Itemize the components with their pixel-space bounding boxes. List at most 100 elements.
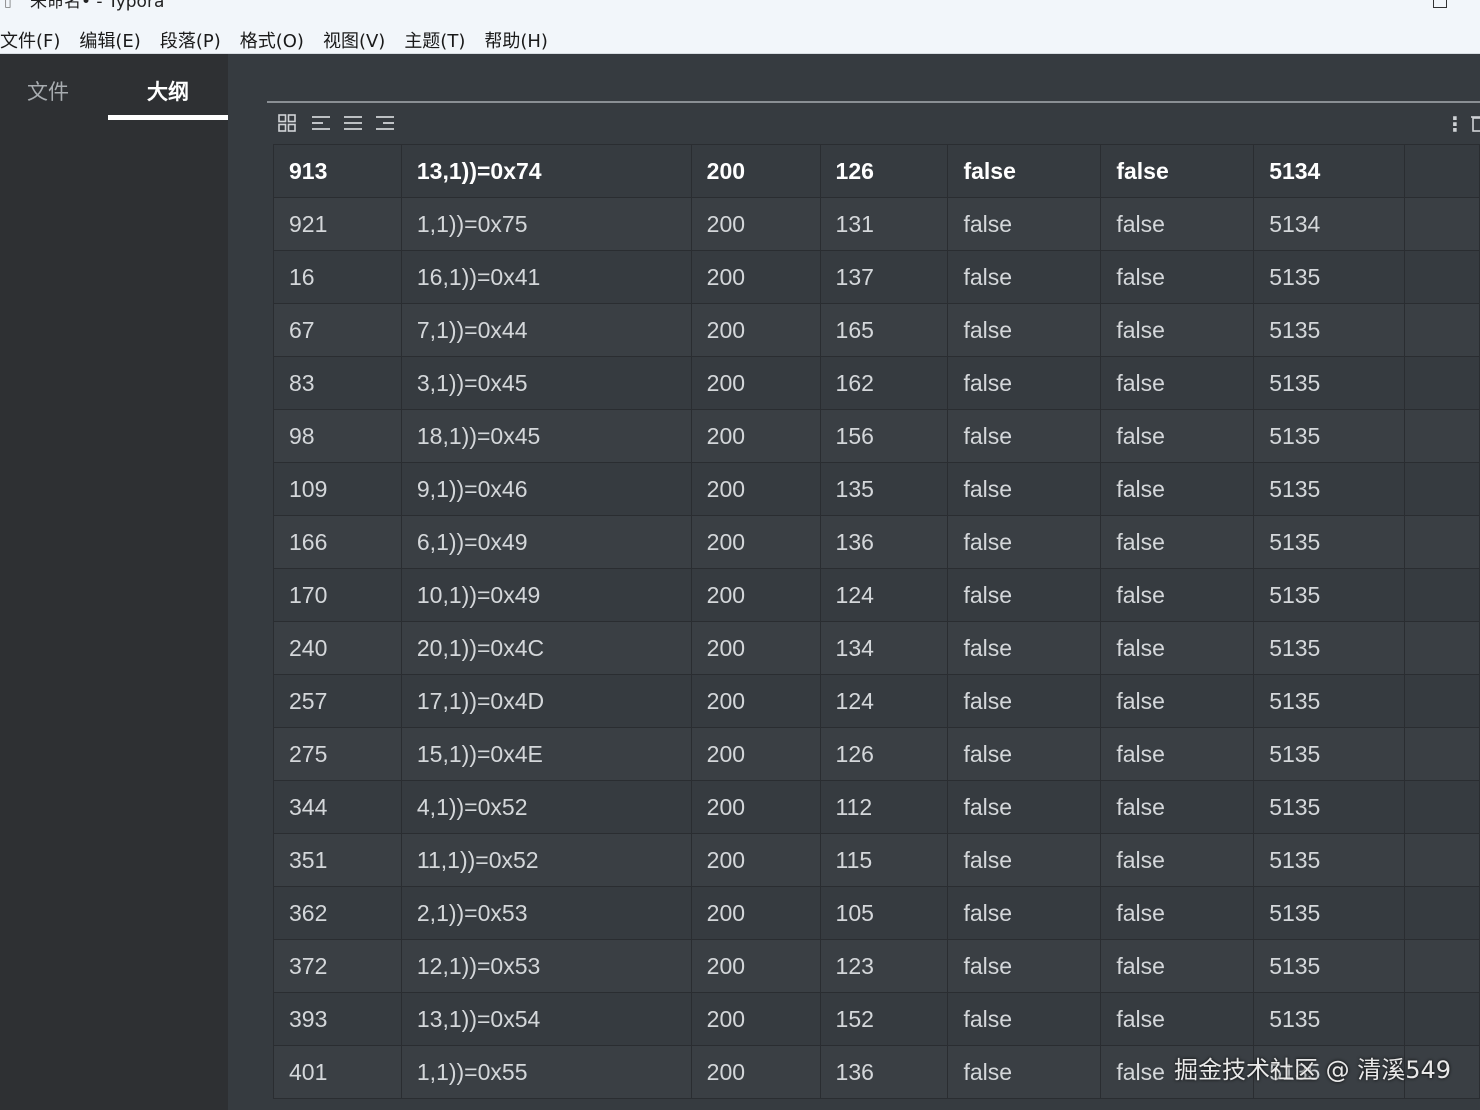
- table-cell[interactable]: 7,1))=0x44: [400, 303, 692, 357]
- table-cell[interactable]: 5135: [1253, 250, 1406, 304]
- table-cell[interactable]: false: [947, 674, 1102, 728]
- menu-file[interactable]: 文件(F): [0, 27, 60, 53]
- table-cell[interactable]: false: [1100, 939, 1255, 993]
- table-cell[interactable]: [1404, 197, 1480, 251]
- table-cell[interactable]: false: [947, 409, 1102, 463]
- table-cell[interactable]: 351: [273, 833, 402, 887]
- table-cell[interactable]: [1404, 462, 1480, 516]
- table-cell[interactable]: 137: [819, 250, 949, 304]
- table-cell[interactable]: false: [947, 568, 1102, 622]
- table-cell[interactable]: 126: [819, 727, 949, 781]
- table-cell[interactable]: 200: [690, 1045, 821, 1099]
- table-cell[interactable]: 200: [690, 727, 821, 781]
- table-cell[interactable]: false: [1100, 250, 1255, 304]
- table-cell[interactable]: 200: [690, 939, 821, 993]
- table-cell[interactable]: false: [1100, 568, 1255, 622]
- table-header-cell[interactable]: 13,1))=0x74: [400, 144, 692, 198]
- table-cell[interactable]: false: [1100, 833, 1255, 887]
- table-cell[interactable]: 200: [690, 992, 821, 1046]
- table-cell[interactable]: 105: [819, 886, 949, 940]
- table-cell[interactable]: [1404, 674, 1480, 728]
- table-cell[interactable]: 200: [690, 568, 821, 622]
- table-cell[interactable]: 15,1))=0x4E: [400, 727, 692, 781]
- table-cell[interactable]: 16: [273, 250, 402, 304]
- table-cell[interactable]: 200: [690, 303, 821, 357]
- table-cell[interactable]: 124: [819, 674, 949, 728]
- table-cell[interactable]: 5134: [1253, 197, 1406, 251]
- delete-table-icon[interactable]: [1465, 112, 1480, 136]
- table-cell[interactable]: 156: [819, 409, 949, 463]
- table-cell[interactable]: 165: [819, 303, 949, 357]
- table-cell[interactable]: 200: [690, 621, 821, 675]
- minimize-button[interactable]: —: [1364, 0, 1388, 8]
- table-cell[interactable]: 275: [273, 727, 402, 781]
- table-resize-icon[interactable]: [275, 112, 299, 136]
- table-cell[interactable]: 5135: [1253, 621, 1406, 675]
- table-cell[interactable]: 1,1))=0x75: [400, 197, 692, 251]
- table-cell[interactable]: 83: [273, 356, 402, 410]
- align-right-icon[interactable]: [373, 112, 397, 136]
- table-cell[interactable]: false: [947, 621, 1102, 675]
- table-cell[interactable]: false: [947, 303, 1102, 357]
- table-cell[interactable]: 112: [819, 780, 949, 834]
- table-cell[interactable]: 9,1))=0x46: [400, 462, 692, 516]
- maximize-button[interactable]: [1433, 0, 1447, 8]
- table-cell[interactable]: 17,1))=0x4D: [400, 674, 692, 728]
- table-cell[interactable]: 115: [819, 833, 949, 887]
- table-cell[interactable]: false: [1100, 409, 1255, 463]
- table-cell[interactable]: 10,1))=0x49: [400, 568, 692, 622]
- table-cell[interactable]: false: [1100, 621, 1255, 675]
- table-cell[interactable]: 921: [273, 197, 402, 251]
- table-cell[interactable]: false: [1100, 356, 1255, 410]
- tab-files[interactable]: 文件: [27, 76, 69, 106]
- table-cell[interactable]: 16,1))=0x41: [400, 250, 692, 304]
- table-cell[interactable]: [1404, 727, 1480, 781]
- table-cell[interactable]: 5135: [1253, 780, 1406, 834]
- table-cell[interactable]: 5135: [1253, 356, 1406, 410]
- table-cell[interactable]: 152: [819, 992, 949, 1046]
- table-cell[interactable]: [1404, 780, 1480, 834]
- menu-theme[interactable]: 主题(T): [404, 27, 465, 53]
- table-cell[interactable]: false: [947, 515, 1102, 569]
- table-cell[interactable]: [1404, 515, 1480, 569]
- table-cell[interactable]: 257: [273, 674, 402, 728]
- table-header-cell[interactable]: false: [947, 144, 1102, 198]
- table-cell[interactable]: [1404, 250, 1480, 304]
- table-cell[interactable]: 5135: [1253, 568, 1406, 622]
- table-cell[interactable]: 362: [273, 886, 402, 940]
- table-cell[interactable]: 200: [690, 780, 821, 834]
- table-cell[interactable]: 393: [273, 992, 402, 1046]
- table-cell[interactable]: 4,1))=0x52: [400, 780, 692, 834]
- table-cell[interactable]: 344: [273, 780, 402, 834]
- table-cell[interactable]: 200: [690, 515, 821, 569]
- table-cell[interactable]: [1404, 992, 1480, 1046]
- table-cell[interactable]: 131: [819, 197, 949, 251]
- table-cell[interactable]: false: [947, 727, 1102, 781]
- table-cell[interactable]: 3,1))=0x45: [400, 356, 692, 410]
- table-cell[interactable]: [1404, 356, 1480, 410]
- table-cell[interactable]: [1404, 568, 1480, 622]
- table-header-cell[interactable]: 126: [819, 144, 949, 198]
- table-cell[interactable]: 5135: [1253, 515, 1406, 569]
- table-cell[interactable]: false: [947, 886, 1102, 940]
- table-cell[interactable]: 5135: [1253, 939, 1406, 993]
- table-cell[interactable]: false: [1100, 462, 1255, 516]
- table-cell[interactable]: 166: [273, 515, 402, 569]
- table-cell[interactable]: 135: [819, 462, 949, 516]
- table-cell[interactable]: 67: [273, 303, 402, 357]
- table-cell[interactable]: 5135: [1253, 833, 1406, 887]
- table-cell[interactable]: 124: [819, 568, 949, 622]
- table-cell[interactable]: false: [1100, 727, 1255, 781]
- table-cell[interactable]: 200: [690, 886, 821, 940]
- menu-paragraph[interactable]: 段落(P): [160, 27, 221, 53]
- table-cell[interactable]: 162: [819, 356, 949, 410]
- table-cell[interactable]: [1404, 886, 1480, 940]
- table-cell[interactable]: 12,1))=0x53: [400, 939, 692, 993]
- table-cell[interactable]: 13,1))=0x54: [400, 992, 692, 1046]
- table-cell[interactable]: 5135: [1253, 886, 1406, 940]
- table-cell[interactable]: 136: [819, 515, 949, 569]
- table-cell[interactable]: 109: [273, 462, 402, 516]
- table-cell[interactable]: [1404, 621, 1480, 675]
- table-cell[interactable]: 1,1))=0x55: [400, 1045, 692, 1099]
- table-cell[interactable]: false: [947, 780, 1102, 834]
